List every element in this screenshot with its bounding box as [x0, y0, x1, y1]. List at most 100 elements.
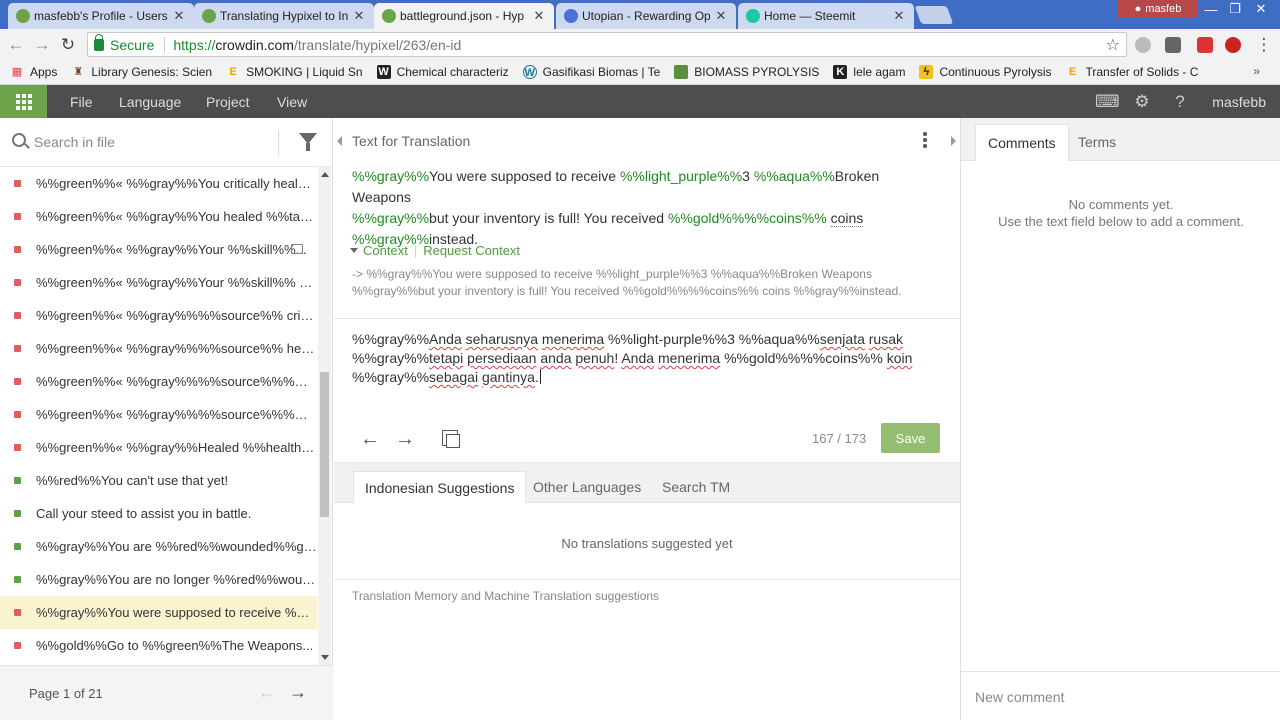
bookmark-item[interactable]: E Transfer of Solids - C [1066, 65, 1199, 79]
tab-search-tm[interactable]: Search TM [651, 471, 741, 503]
book-icon: ♜ [73, 66, 84, 78]
untranslated-status-icon [14, 312, 21, 319]
string-item[interactable]: %%green%%« %%gray%%Your %%skill%%... [0, 233, 317, 266]
context-toggle[interactable]: Context [363, 243, 408, 258]
bookmark-item[interactable]: ♜ Library Genesis: Scien [71, 65, 212, 79]
forward-arrow-icon[interactable]: → [32, 35, 52, 55]
save-button[interactable]: Save [881, 423, 940, 453]
next-page-arrow-icon[interactable]: → [289, 682, 307, 703]
browser-tab-battleground[interactable]: battleground.json - Hyp ✕ [374, 3, 554, 29]
tab-label: battleground.json - Hyp [400, 9, 525, 23]
source-options-kebab-icon[interactable] [923, 132, 927, 148]
maximize-icon[interactable]: ❐ [1222, 0, 1248, 18]
bookmark-label: Chemical characteriz [396, 65, 509, 79]
collapse-right-icon[interactable] [951, 136, 956, 146]
close-tab-icon[interactable]: ✕ [892, 8, 906, 24]
no-suggestions-message: No translations suggested yet [561, 536, 733, 551]
gear-icon[interactable]: ⚙ [1132, 93, 1152, 111]
glossary-term[interactable]: coins [830, 210, 864, 227]
next-string-arrow-icon[interactable]: → [395, 428, 415, 451]
placeholder-tag: %%gray%% [352, 210, 430, 226]
string-item[interactable]: %%gold%%Go to %%green%%The Weapons... [0, 629, 317, 662]
string-item[interactable]: %%green%%« %%gray%%%%source%% critic... [0, 299, 317, 332]
bookmark-star-icon[interactable]: ☆ [1106, 35, 1120, 55]
bookmark-item[interactable]: BIOMASS PYROLYSIS [674, 65, 819, 79]
string-item[interactable]: %%red%%You can't use that yet! [0, 464, 317, 497]
help-icon[interactable]: ? [1170, 93, 1190, 111]
request-context-link[interactable]: Request Context [423, 243, 520, 258]
extension-icon[interactable] [1225, 37, 1241, 53]
back-arrow-icon[interactable]: ← [6, 35, 26, 55]
menu-view[interactable]: View [277, 94, 307, 110]
minimize-icon[interactable]: — [1198, 0, 1224, 18]
tab-other-languages[interactable]: Other Languages [522, 471, 652, 503]
copy-source-icon[interactable] [442, 430, 460, 448]
new-comment-input[interactable] [975, 685, 1265, 709]
browser-profile-button[interactable]: ● masfeb [1118, 0, 1198, 18]
bookmark-item[interactable]: W Chemical characteriz [376, 65, 509, 79]
bookmark-item[interactable]: K lele agam [833, 65, 905, 79]
extension-icon[interactable] [1135, 37, 1151, 53]
close-window-icon[interactable]: ✕ [1248, 0, 1274, 18]
divider [164, 36, 166, 53]
close-tab-icon[interactable]: ✕ [532, 8, 546, 24]
menu-file[interactable]: File [70, 94, 93, 110]
string-list-scrollbar[interactable] [318, 167, 331, 665]
close-tab-icon[interactable]: ✕ [714, 8, 728, 24]
close-tab-icon[interactable]: ✕ [172, 8, 186, 24]
keyboard-icon[interactable]: ⌨ [1095, 93, 1120, 111]
scroll-up-icon[interactable] [321, 172, 329, 177]
translation-textarea[interactable]: %%gray%%Anda seharusnya menerima %%light… [352, 330, 932, 387]
address-bar[interactable]: Secure https:// crowdin.com /translate/h… [87, 32, 1127, 57]
string-item[interactable]: %%gray%%You are %%red%%wounded%%gr... [0, 530, 317, 563]
string-item[interactable]: Call your steed to assist you in battle. [0, 497, 317, 530]
bookmark-item[interactable]: E SMOKING | Liquid Sn [226, 65, 362, 79]
placeholder-tag: %%gray%% [352, 168, 430, 184]
previous-string-arrow-icon[interactable]: ← [360, 428, 380, 451]
string-item-text: %%green%%« %%gray%%Your %%skill%% he... [36, 275, 317, 290]
scrollbar-thumb[interactable] [320, 372, 329, 517]
new-tab-button[interactable] [914, 6, 954, 24]
string-item[interactable]: %%green%%« %%gray%%Your %%skill%% he... [0, 266, 317, 299]
scroll-down-icon[interactable] [321, 655, 329, 660]
tab-indonesian-suggestions[interactable]: Indonesian Suggestions [353, 471, 527, 503]
previous-page-arrow-icon[interactable]: ← [258, 682, 276, 703]
string-item[interactable]: %%green%%« %%gray%%Healed %%health%% [0, 431, 317, 464]
menu-project[interactable]: Project [206, 94, 250, 110]
string-item[interactable]: %%green%%« %%gray%%%%source%%%%sk... [0, 398, 317, 431]
editor-panel: Text for Translation %%gray%%You were su… [334, 118, 960, 720]
string-item-selected[interactable]: %%gray%%You were supposed to receive %%.… [0, 596, 317, 629]
source-header: Text for Translation [352, 133, 471, 149]
new-comment-area [961, 671, 1280, 720]
untranslated-status-icon [14, 246, 21, 253]
menu-language[interactable]: Language [119, 94, 181, 110]
search-input[interactable] [34, 130, 264, 154]
tab-terms[interactable]: Terms [1066, 124, 1128, 161]
extension-icon[interactable] [1197, 37, 1213, 53]
tab-comments[interactable]: Comments [975, 124, 1069, 161]
collapse-left-icon[interactable] [337, 136, 342, 146]
menu-kebab-icon[interactable]: ⋮ [1254, 35, 1274, 55]
bookmark-item[interactable]: W Gasifikasi Biomas | Te [522, 65, 660, 79]
bookmark-item[interactable]: ϟ Continuous Pyrolysis [919, 65, 1052, 79]
bookmark-apps[interactable]: ▦ Apps [10, 65, 58, 79]
cast-icon[interactable] [1165, 37, 1181, 53]
more-bookmarks-icon[interactable]: » [1253, 64, 1260, 78]
string-item[interactable]: %%green%%« %%gray%%%%source%% heale... [0, 332, 317, 365]
browser-tab-utopian[interactable]: Utopian - Rewarding Op ✕ [556, 3, 736, 29]
reload-icon[interactable]: ↻ [58, 35, 78, 55]
browser-tab-steemit[interactable]: Home — Steemit ✕ [738, 3, 914, 29]
close-tab-icon[interactable]: ✕ [352, 8, 366, 24]
string-item[interactable]: %%green%%« %%gray%%You critically healed… [0, 167, 317, 200]
filter-icon[interactable] [299, 133, 317, 151]
string-item[interactable]: %%green%%« %%gray%%You healed %%targ... [0, 200, 317, 233]
app-menu-button[interactable] [0, 85, 47, 118]
browser-tab-translating[interactable]: Translating Hypixel to In ✕ [194, 3, 374, 29]
browser-tab-profile[interactable]: masfebb's Profile - Users ✕ [8, 3, 194, 29]
string-item[interactable]: %%gray%%You are no longer %%red%%woun... [0, 563, 317, 596]
letter-w-icon: W [376, 65, 391, 79]
user-menu[interactable]: masfebb [1212, 94, 1266, 110]
placeholder-tag: %%gold%%%%coins%% [667, 210, 827, 226]
file-search [0, 118, 333, 167]
string-item[interactable]: %%green%%« %%gray%%%%source%%%%sk... [0, 365, 317, 398]
